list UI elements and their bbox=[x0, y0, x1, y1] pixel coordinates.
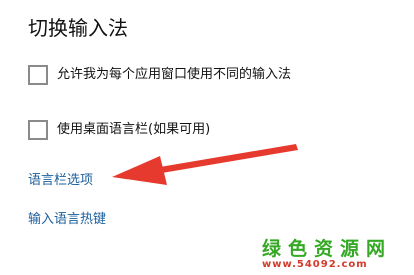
watermark-logo: 绿色资源网 www.54092.com bbox=[256, 232, 414, 275]
per-app-input-method-option[interactable]: 允许我为每个应用窗口使用不同的输入法 bbox=[28, 64, 291, 86]
watermark-url: www.54092.com bbox=[262, 259, 368, 270]
per-app-input-method-checkbox[interactable] bbox=[28, 65, 48, 85]
desktop-language-bar-label[interactable]: 使用桌面语言栏(如果可用) bbox=[57, 120, 210, 140]
language-bar-options-link[interactable]: 语言栏选项 bbox=[28, 172, 93, 190]
per-app-input-method-label[interactable]: 允许我为每个应用窗口使用不同的输入法 bbox=[57, 65, 291, 85]
page-title: 切换输入法 bbox=[28, 16, 128, 40]
watermark-text: 绿色资源网 bbox=[262, 238, 393, 260]
desktop-language-bar-checkbox[interactable] bbox=[28, 120, 48, 140]
desktop-language-bar-option[interactable]: 使用桌面语言栏(如果可用) bbox=[28, 119, 210, 141]
input-language-hotkeys-link[interactable]: 输入语言热键 bbox=[28, 211, 106, 229]
